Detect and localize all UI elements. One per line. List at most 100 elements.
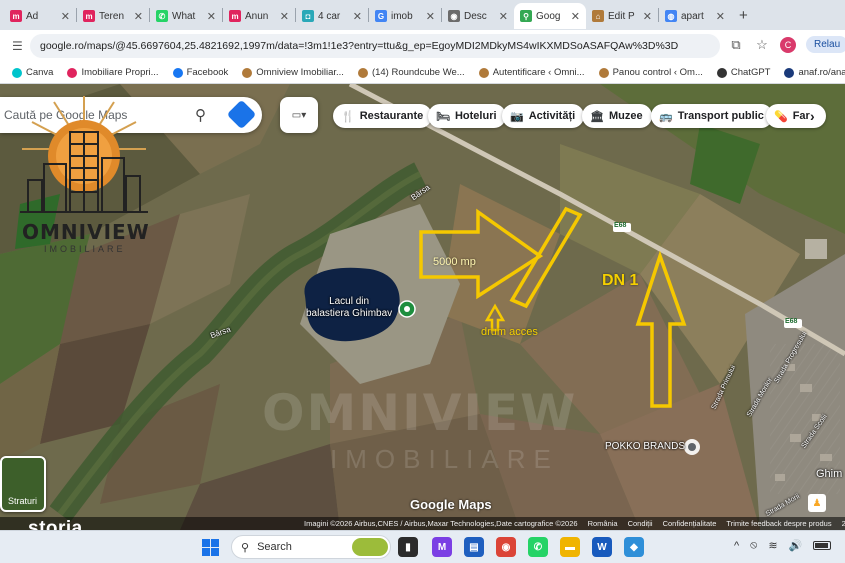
close-tab-icon[interactable]: ✕ bbox=[716, 10, 725, 23]
category-chip[interactable]: 💊 Far › bbox=[766, 104, 826, 128]
site-settings-icon[interactable]: ☰ bbox=[12, 39, 32, 53]
bookmark-item[interactable]: Panou control ‹ Om... bbox=[598, 67, 703, 78]
file-explorer-icon[interactable]: ▮ bbox=[398, 537, 418, 557]
taskbar-search[interactable]: ⚲ Search bbox=[231, 535, 391, 559]
category-label: Activități bbox=[528, 110, 576, 122]
bookmark-item[interactable]: anaf.ro/anaf/inter bbox=[784, 67, 845, 78]
attribution-item[interactable]: Imagini ©2026 Airbus,CNES / Airbus,Maxar… bbox=[304, 519, 578, 528]
poi-label-pokko[interactable]: POKKO BRANDS bbox=[605, 441, 685, 452]
attribution-item[interactable]: Condiții bbox=[628, 519, 653, 528]
bookmark-item[interactable]: Canva bbox=[12, 67, 53, 78]
volume-icon[interactable]: 🔊 bbox=[789, 539, 803, 552]
whatsapp-icon[interactable]: ✆ bbox=[528, 537, 548, 557]
tab-favicon-icon: ◍ bbox=[665, 10, 677, 22]
close-tab-icon[interactable]: ✕ bbox=[61, 10, 70, 23]
category-label: Hoteluri bbox=[454, 110, 497, 122]
bookmark-item[interactable]: Autentificare ‹ Omni... bbox=[478, 67, 585, 78]
tab-title: imob bbox=[391, 10, 413, 22]
attribution-item[interactable]: Confidențialitate bbox=[663, 519, 717, 528]
search-highlight-icon bbox=[352, 538, 388, 556]
bookmark-item[interactable]: Imobiliare Propri... bbox=[67, 67, 159, 78]
town-label[interactable]: Ghim bbox=[816, 468, 842, 480]
close-tab-icon[interactable]: ✕ bbox=[499, 10, 508, 23]
close-tab-icon[interactable]: ✕ bbox=[280, 10, 289, 23]
word-icon[interactable]: W bbox=[592, 537, 612, 557]
access-annotation: drum acces bbox=[481, 326, 538, 338]
browser-tab[interactable]: ⌂ Edit P ✕ bbox=[586, 3, 658, 29]
bookmark-label: (14) Roundcube We... bbox=[371, 67, 465, 78]
browser-tab[interactable]: ◘ 4 car ✕ bbox=[296, 3, 368, 29]
new-tab-icon[interactable]: + bbox=[739, 7, 748, 24]
wifi-icon[interactable]: ≋ bbox=[768, 539, 777, 552]
browser-tab[interactable]: ✆ What ✕ bbox=[150, 3, 222, 29]
attribution-item[interactable]: Trimite feedback despre produs bbox=[726, 519, 831, 528]
browser-tab[interactable]: Gimob ✕ bbox=[369, 3, 441, 29]
category-chip[interactable]: 🛏 Hoteluri bbox=[428, 104, 506, 128]
tab-favicon-icon: m bbox=[83, 10, 95, 22]
transit-toggle-button[interactable]: ▭▾ bbox=[280, 97, 318, 133]
layers-button[interactable]: Straturi bbox=[0, 456, 46, 512]
attribution-item[interactable]: 200 m bbox=[842, 519, 845, 528]
close-tab-icon[interactable]: ✕ bbox=[353, 10, 362, 23]
tab-title: 4 car bbox=[318, 10, 341, 22]
category-chip[interactable]: 📷 Activități bbox=[502, 104, 585, 128]
watermark-subtext: IMOBILIARE bbox=[330, 444, 559, 474]
lake-label[interactable]: Lacul din balastiera Ghimbav bbox=[306, 296, 392, 320]
browser-tab[interactable]: m Anun ✕ bbox=[223, 3, 295, 29]
directions-icon[interactable] bbox=[226, 99, 257, 130]
search-icon[interactable]: ⚲ bbox=[195, 106, 206, 124]
app-icon[interactable]: ◆ bbox=[624, 537, 644, 557]
category-chip[interactable]: 🍴 Restaurante bbox=[333, 104, 433, 128]
browser-tab[interactable]: ◍ apart ✕ bbox=[659, 3, 731, 29]
category-chip[interactable]: 🏛 Muzee bbox=[582, 104, 652, 128]
windows-taskbar: ⚲ Search ▮ M ▤ ◉ ✆ ▬ W ◆ ^ ⦸ ≋ 🔊 bbox=[0, 530, 845, 563]
google-maps-logo: Google Maps bbox=[410, 497, 492, 512]
relaunch-button[interactable]: Relau bbox=[806, 36, 845, 53]
address-bar[interactable]: google.ro/maps/@45.6697604,25.4821692,19… bbox=[30, 34, 720, 58]
close-tab-icon[interactable]: ✕ bbox=[426, 10, 435, 23]
satellite-map[interactable]: Lacul din balastiera Ghimbav Bârsa Bârsa… bbox=[0, 84, 845, 530]
bookmark-label: ChatGPT bbox=[730, 67, 771, 78]
attribution-item[interactable]: România bbox=[588, 519, 618, 528]
road-badge-e68: E68 bbox=[614, 222, 627, 229]
battery-icon[interactable] bbox=[813, 541, 832, 550]
bookmark-item[interactable]: Omniview Imobiliar... bbox=[242, 67, 344, 78]
close-tab-icon[interactable]: ✕ bbox=[571, 10, 580, 23]
layers-label: Straturi bbox=[8, 496, 38, 506]
close-tab-icon[interactable]: ✕ bbox=[207, 10, 216, 23]
tab-favicon-icon: m bbox=[10, 10, 22, 22]
bookmark-item[interactable]: ChatGPT bbox=[716, 67, 771, 78]
show-hidden-icons[interactable]: ^ bbox=[734, 540, 739, 552]
bookmark-star-icon[interactable]: ☆ bbox=[754, 37, 770, 53]
bookmark-item[interactable]: (14) Roundcube We... bbox=[357, 67, 465, 78]
bookmark-label: anaf.ro/anaf/inter bbox=[798, 67, 845, 78]
street-view-icon[interactable]: ♟ bbox=[808, 494, 826, 512]
cast-icon[interactable]: ⧉ bbox=[728, 37, 744, 53]
bookmark-favicon-icon bbox=[357, 67, 368, 78]
bookmark-item[interactable]: Facebook bbox=[172, 67, 228, 78]
chevron-right-icon[interactable]: › bbox=[810, 108, 815, 124]
microsoft-365-icon[interactable]: M bbox=[432, 537, 452, 557]
network-off-icon[interactable]: ⦸ bbox=[750, 539, 757, 552]
store-icon[interactable]: ▤ bbox=[464, 537, 484, 557]
bookmark-label: Panou control ‹ Om... bbox=[612, 67, 703, 78]
category-icon: 🛏 bbox=[436, 110, 450, 123]
category-chip[interactable]: 🚌 Transport public bbox=[651, 104, 773, 128]
bookmark-favicon-icon bbox=[478, 67, 489, 78]
chrome-icon[interactable]: ◉ bbox=[496, 537, 516, 557]
bookmark-favicon-icon bbox=[67, 67, 78, 78]
browser-tab[interactable]: ◉ Desc ✕ bbox=[442, 3, 514, 29]
tab-favicon-icon: ⚲ bbox=[520, 10, 532, 22]
browser-tab[interactable]: ⚲ Goog ✕ bbox=[514, 3, 586, 29]
tab-favicon-icon: ⌂ bbox=[592, 10, 604, 22]
close-tab-icon[interactable]: ✕ bbox=[134, 10, 143, 23]
profile-avatar[interactable]: C bbox=[780, 36, 796, 53]
tab-favicon-icon: ✆ bbox=[156, 10, 168, 22]
browser-tab[interactable]: m Ad ✕ bbox=[4, 3, 76, 29]
windows-start-icon[interactable] bbox=[202, 539, 219, 556]
logo-sub-text: IMOBILIARE bbox=[44, 244, 126, 254]
category-label: Muzee bbox=[608, 110, 643, 122]
browser-tab[interactable]: m Teren ✕ bbox=[77, 3, 149, 29]
close-tab-icon[interactable]: ✕ bbox=[643, 10, 652, 23]
folder-icon[interactable]: ▬ bbox=[560, 537, 580, 557]
